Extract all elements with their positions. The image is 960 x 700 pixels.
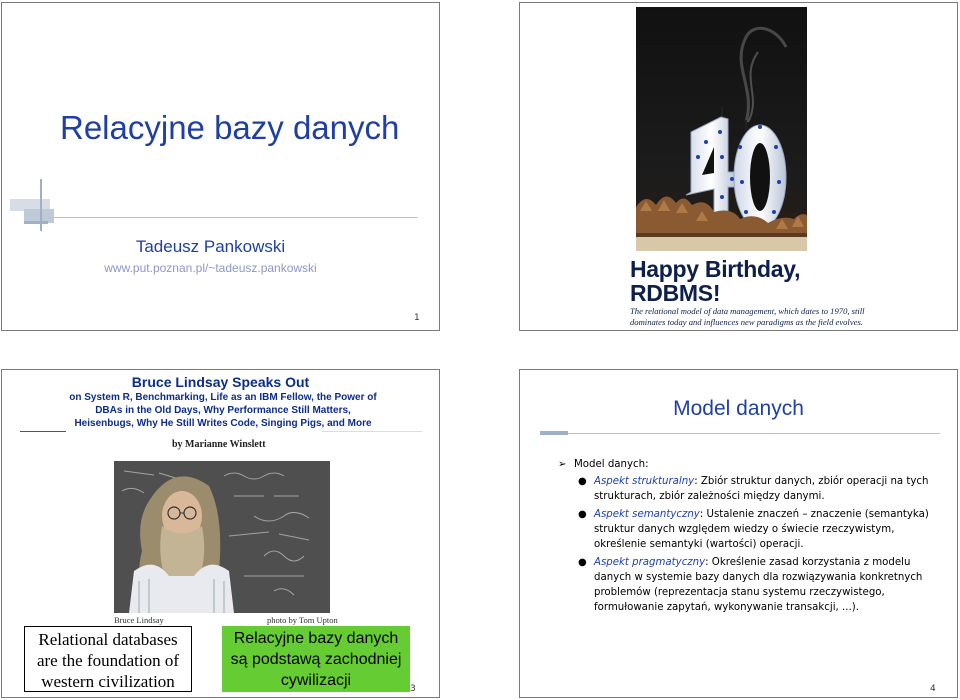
- subheading-line: DBAs in the Old Days, Why Performance St…: [95, 405, 351, 416]
- author-url[interactable]: www.put.poznan.pl/~tadeusz.pankowski: [2, 261, 419, 275]
- subheading-line: on System R, Benchmarking, Life as an IB…: [69, 392, 377, 403]
- subtitle-line: The relational model of data management,…: [630, 306, 865, 316]
- divider-accent: [24, 221, 48, 224]
- list-item: ● Aspekt pragmatyczny: Określenie zasad …: [558, 555, 943, 615]
- bullet-main: ➢ Model danych:: [558, 457, 943, 472]
- page-number: 3: [410, 684, 416, 694]
- divider: [322, 431, 422, 432]
- slide-body: ➢ Model danych: ● Aspekt strukturalny: Z…: [558, 457, 943, 615]
- aspect-term: Aspekt pragmatyczny: [594, 557, 706, 568]
- page-number: 4: [930, 684, 936, 694]
- quote-line: western civilization: [41, 672, 175, 691]
- slide-1: Relacyjne bazy danych Tadeusz Pankowski …: [1, 2, 440, 331]
- quote-line: Relacyjne bazy danych: [233, 630, 399, 647]
- quote-line: są podstawą zachodniej: [230, 651, 402, 668]
- heading-line: RDBMS!: [630, 280, 721, 306]
- quote-line: are the foundation of: [36, 651, 180, 670]
- quote-line: Relational databases: [38, 630, 178, 649]
- slide-2: Happy Birthday, RDBMS! The relational mo…: [519, 2, 958, 331]
- bullet-dot-icon: ●: [578, 509, 587, 520]
- arrow-bullet-icon: ➢: [558, 459, 567, 470]
- slide-title: Relacyjne bazy danych: [60, 109, 400, 146]
- bullet-text: Model danych:: [574, 459, 649, 470]
- divider: [20, 431, 66, 432]
- slide-3: Bruce Lindsay Speaks Out on System R, Be…: [1, 369, 440, 698]
- photo-caption: Bruce Lindsay: [114, 615, 164, 625]
- article-heading: Bruce Lindsay Speaks Out: [131, 374, 310, 390]
- slide-4: Model danych ➢ Model danych: ● Aspekt st…: [519, 369, 958, 698]
- slide-subtitle: The relational model of data management,…: [630, 306, 930, 328]
- quote-english: Relational databases are the foundation …: [24, 626, 192, 692]
- article-subheading: on System R, Benchmarking, Life as an IB…: [48, 391, 398, 430]
- divider-accent: [540, 431, 568, 435]
- subtitle-line: dominates today and influences new parad…: [630, 317, 863, 327]
- birthday-cake-image: [636, 7, 807, 251]
- byline: by Marianne Winslett: [172, 439, 266, 450]
- slide-title: Model danych: [673, 397, 804, 420]
- list-item: ● Aspekt strukturalny: Zbiór struktur da…: [558, 474, 943, 504]
- quote-line: cywilizacji: [280, 672, 352, 689]
- divider: [48, 217, 418, 218]
- bullet-dot-icon: ●: [578, 476, 587, 487]
- photo-credit: photo by Tom Upton: [267, 615, 338, 625]
- page-number: 1: [414, 313, 420, 323]
- bullet-dot-icon: ●: [578, 557, 587, 568]
- aspect-term: Aspekt semantyczny: [594, 509, 700, 520]
- portrait-photo: [114, 461, 330, 613]
- subheading-line: Heisenbugs, Why He Still Writes Code, Si…: [74, 418, 372, 429]
- quote-polish: Relacyjne bazy danych są podstawą zachod…: [222, 626, 410, 692]
- author-name: Tadeusz Pankowski: [135, 237, 286, 256]
- heading-line: Happy Birthday,: [630, 256, 801, 282]
- aspect-term: Aspekt strukturalny: [594, 476, 695, 487]
- divider: [540, 433, 940, 434]
- list-item: ● Aspekt semantyczny: Ustalenie znaczeń …: [558, 507, 943, 552]
- slide-heading: Happy Birthday, RDBMS!: [630, 257, 800, 305]
